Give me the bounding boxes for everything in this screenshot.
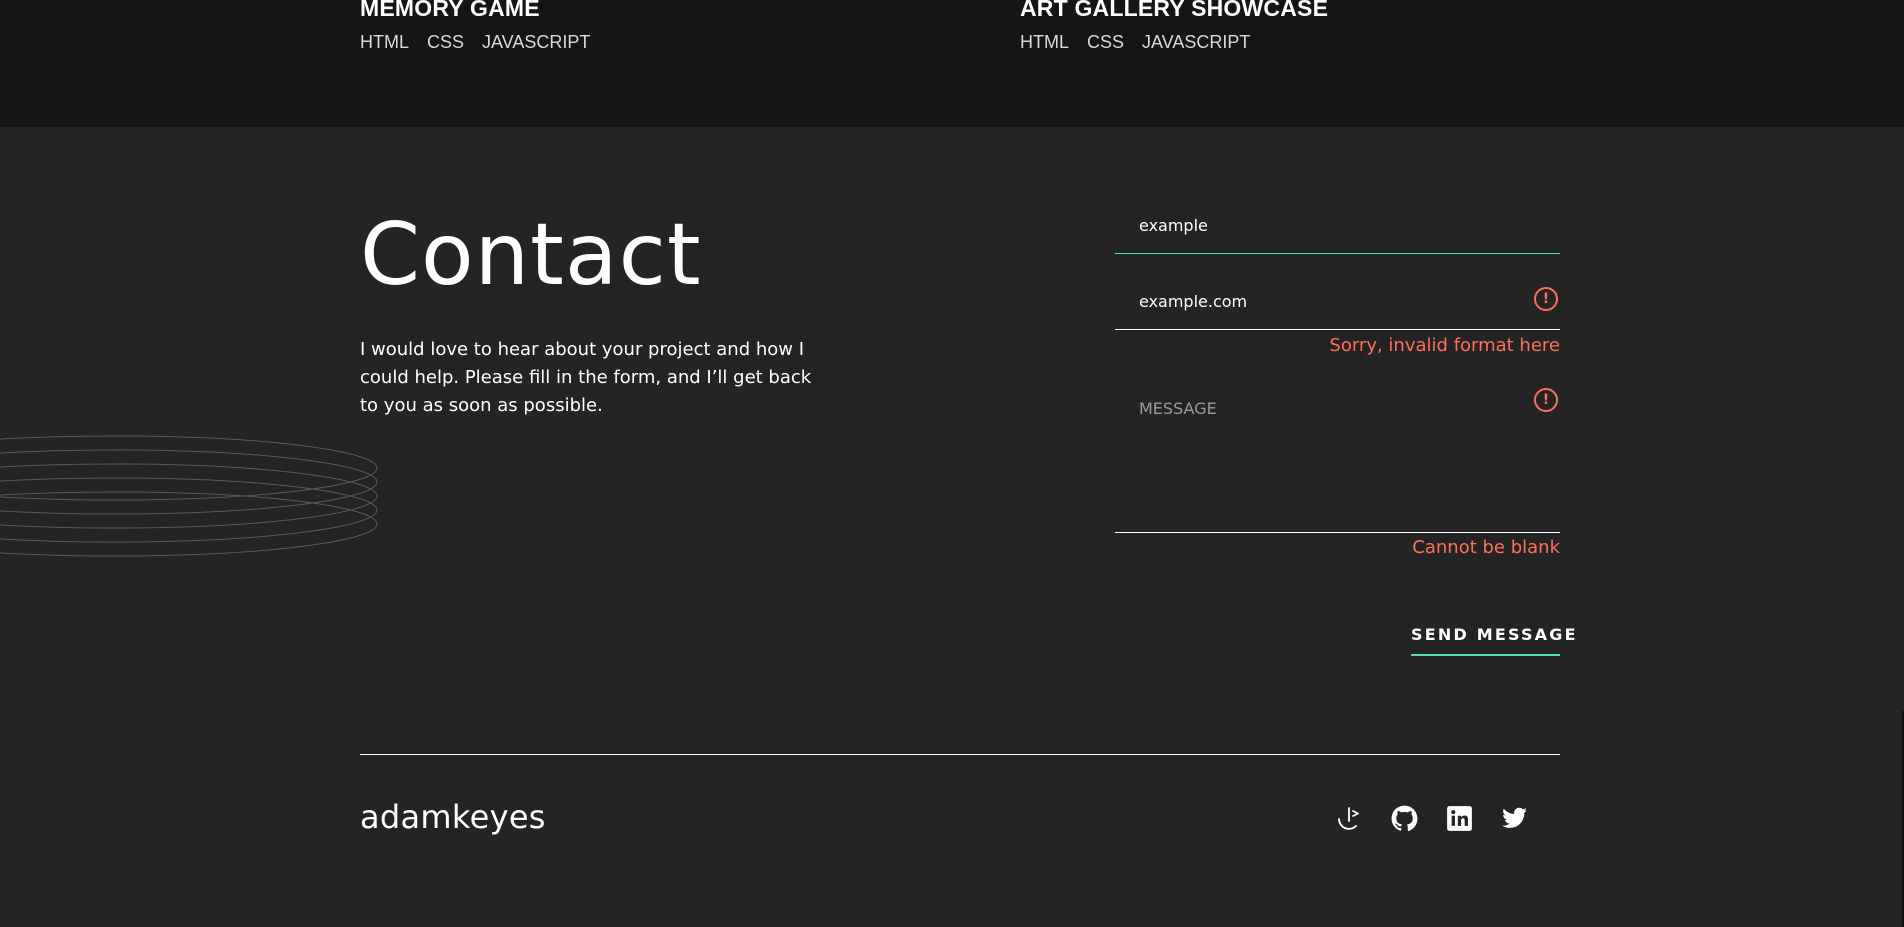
- project-tags: HTML CSS JAVASCRIPT: [360, 32, 590, 52]
- contact-heading: Contact: [360, 205, 702, 305]
- contact-description: I would love to hear about your project …: [360, 339, 812, 416]
- message-field-underline: [1115, 532, 1560, 533]
- project-tag: JAVASCRIPT: [482, 32, 591, 52]
- message-textarea[interactable]: [1115, 387, 1560, 497]
- project-tag: HTML: [1020, 32, 1069, 52]
- project-tags: HTML CSS JAVASCRIPT: [1020, 32, 1328, 52]
- name-field-wrapper: [1115, 203, 1560, 254]
- email-error-message: Sorry, invalid format here: [1329, 335, 1560, 356]
- message-error-message: Cannot be blank: [1412, 537, 1560, 558]
- project-tag: JAVASCRIPT: [1142, 32, 1251, 52]
- email-field-underline: [1115, 329, 1560, 330]
- project-tag: CSS: [427, 32, 465, 52]
- page: MEMORY GAME HTML CSS JAVASCRIPT ART GALL…: [0, 0, 1904, 927]
- error-icon: !: [1534, 287, 1558, 311]
- error-icon: !: [1534, 388, 1558, 412]
- project-tag: CSS: [1087, 32, 1125, 52]
- name-field-underline: [1115, 253, 1560, 254]
- frontend-mentor-icon[interactable]: [1336, 805, 1363, 832]
- project-title: MEMORY GAME: [360, 0, 540, 21]
- footer-logo[interactable]: adamkeyes: [360, 798, 546, 836]
- project-memory-game: MEMORY GAME HTML CSS JAVASCRIPT: [360, 0, 590, 52]
- project-tag: HTML: [360, 32, 409, 52]
- rings-decoration: [0, 435, 378, 557]
- linkedin-icon[interactable]: [1446, 805, 1473, 832]
- email-input[interactable]: [1115, 279, 1560, 323]
- email-field-wrapper: ! Sorry, invalid format here: [1115, 279, 1560, 356]
- name-input[interactable]: [1115, 203, 1560, 247]
- twitter-icon[interactable]: [1501, 805, 1528, 832]
- message-field-wrapper: ! Cannot be blank: [1115, 387, 1560, 558]
- project-art-gallery: ART GALLERY SHOWCASE HTML CSS JAVASCRIPT: [1020, 0, 1328, 52]
- send-message-button[interactable]: SEND MESSAGE: [1411, 625, 1576, 656]
- projects-section: MEMORY GAME HTML CSS JAVASCRIPT ART GALL…: [0, 0, 1904, 127]
- github-icon[interactable]: [1391, 805, 1418, 832]
- social-links: [1336, 805, 1528, 832]
- footer-divider: [360, 754, 1560, 755]
- project-title: ART GALLERY SHOWCASE: [1020, 0, 1329, 21]
